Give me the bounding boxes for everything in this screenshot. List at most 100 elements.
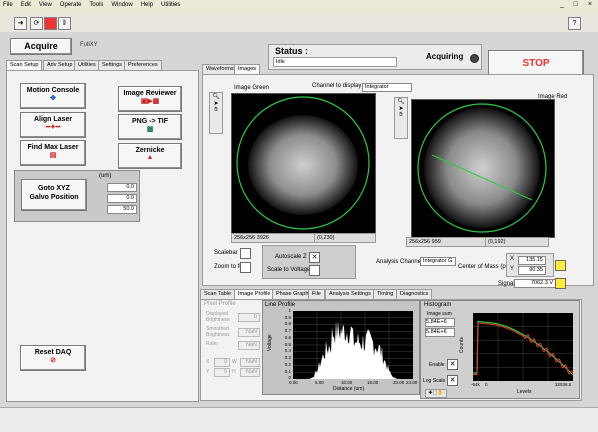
menu-utilities[interactable]: Utilities: [158, 0, 183, 10]
tab-waveforms[interactable]: Waveforms: [202, 64, 238, 74]
zernicke-icon: ▲: [146, 154, 154, 161]
h-label: H: [232, 369, 236, 375]
signal-label: Signal: [498, 281, 515, 287]
image-reviewer-button[interactable]: Image Reviewer ▣▶▦: [118, 86, 182, 112]
lp-ytick: 0.4: [284, 348, 291, 353]
com-y-label: Y: [510, 266, 515, 272]
lp-xtick: 15.00: [367, 380, 379, 385]
x-value: 0: [214, 358, 230, 367]
run-continuous-icon[interactable]: ⟳: [30, 17, 43, 30]
lp-ytick: 0.7: [284, 328, 291, 333]
zoom-tool-red-icon[interactable]: 🔍︎: [395, 98, 407, 105]
goto-units-label: (um): [99, 173, 112, 179]
align-laser-button[interactable]: Align Laser ━✦━: [20, 112, 86, 138]
histogram-ylabel: Counts: [459, 337, 465, 353]
tab-scan-table[interactable]: Scan Table: [200, 289, 236, 299]
close-button[interactable]: ×: [588, 1, 592, 8]
pan-tool-red-icon[interactable]: ✋︎: [395, 112, 407, 119]
lp-xtick: 23.00: [406, 380, 418, 385]
run-arrow-icon[interactable]: ➜: [14, 17, 27, 30]
histogram-group: Histogram Image sum 5.84E+6 5.84E+6 Enab…: [420, 300, 580, 399]
image-green-display[interactable]: [231, 93, 376, 234]
analysis-channel-select[interactable]: Integrator G: [420, 257, 456, 266]
image-green-coords: (0,230): [314, 233, 376, 243]
menu-tools[interactable]: Tools: [86, 0, 106, 10]
goto-x-field[interactable]: 0.0: [107, 183, 137, 192]
image-red-display[interactable]: [411, 99, 555, 238]
line-profile-group: Line Profile 1 0.9 0.8 0.7 0.6 0.5 0.4 0…: [262, 300, 420, 395]
zoom-to-fit-checkbox[interactable]: [240, 262, 251, 273]
menu-window[interactable]: Window: [108, 0, 135, 10]
png-tif-label: PNG -> TIF: [132, 118, 168, 125]
find-max-laser-button[interactable]: Find Max Laser ▤: [20, 140, 86, 166]
lp-ytick: 1: [288, 308, 291, 313]
signal-toggle[interactable]: [555, 278, 566, 289]
autoscale-z-checkbox[interactable]: ✕: [309, 252, 320, 263]
lp-xtick: 10.00: [341, 380, 353, 385]
w-value: NaN: [240, 358, 260, 367]
reset-daq-label: Reset DAQ: [34, 349, 72, 356]
ratio-label: Ratio: [206, 341, 218, 347]
pointer-tool-icon[interactable]: ➤: [210, 100, 222, 107]
status-title: Status :: [275, 46, 309, 56]
abort-icon[interactable]: [44, 17, 57, 30]
pause-icon[interactable]: ‖: [58, 17, 71, 30]
maximize-button[interactable]: □: [574, 1, 578, 8]
menu-edit[interactable]: Edit: [18, 0, 34, 10]
x-label: X: [206, 359, 210, 365]
h-value: NaN: [240, 368, 260, 377]
reset-daq-button[interactable]: Reset DAQ ⊘: [20, 345, 86, 371]
smoothed-brightness-label: Smoothed Brightness: [206, 326, 230, 338]
help-question-icon[interactable]: ?: [568, 17, 581, 30]
channel-select[interactable]: Integrator: [362, 83, 412, 92]
zoom-tool-icon[interactable]: 🔍︎: [210, 93, 222, 100]
tab-utilities[interactable]: Utilities: [74, 60, 100, 70]
analysis-channel-label: Analysis Channel: [376, 259, 423, 265]
png-tif-button[interactable]: PNG -> TIF ▩: [118, 114, 182, 140]
tab-phase-graph[interactable]: Phase Graph: [272, 289, 313, 299]
lp-xlabel: Distance (um): [333, 386, 365, 392]
displayed-brightness-value: 0: [238, 313, 260, 322]
align-laser-icon: ━✦━: [45, 124, 61, 131]
image-green-svg: [236, 96, 370, 230]
center-of-mass-readout: X 135.15 Y 90.35: [506, 253, 554, 277]
goto-xyz-button[interactable]: Goto XYZ Galvo Position: [21, 179, 87, 211]
tab-diagnostics[interactable]: Diagnostics: [396, 289, 433, 299]
tab-file[interactable]: File: [308, 289, 325, 299]
minimize-button[interactable]: _: [560, 1, 564, 8]
lp-ytick: 0.9: [284, 315, 291, 320]
tab-preferences[interactable]: Preferences: [124, 60, 162, 70]
tab-timing[interactable]: Timing: [373, 289, 398, 299]
find-max-laser-icon: ▤: [49, 152, 57, 159]
pixel-profile-title: Pixel Profile: [204, 301, 236, 307]
scalebar-label: Scalebar: [214, 250, 238, 256]
pointer-tool-red-icon[interactable]: ➤: [395, 105, 407, 112]
com-toggle[interactable]: [555, 260, 566, 271]
status-panel: Status : Idle Acquiring: [268, 44, 482, 70]
menu-operate[interactable]: Operate: [57, 0, 85, 10]
tab-analysis-settings[interactable]: Analysis Settings: [325, 289, 375, 299]
png-tif-icon: ▩: [146, 126, 154, 133]
tab-adv-setup[interactable]: Adv Setup: [43, 60, 77, 70]
tab-settings[interactable]: Settings: [98, 60, 126, 70]
menu-file[interactable]: File: [0, 0, 16, 10]
acquire-button[interactable]: Acquire: [10, 38, 72, 55]
com-x-value: 135.15: [518, 256, 546, 265]
pan-tool-icon[interactable]: ✋︎: [210, 107, 222, 114]
menu-bar: File Edit View Operate Tools Window Help…: [0, 0, 598, 15]
scale-to-voltage-checkbox[interactable]: [309, 265, 320, 276]
autoscale-z-label: Autoscale Z: [275, 254, 307, 260]
scale-to-voltage-label: Scale to Voltage: [267, 267, 311, 273]
menu-help[interactable]: Help: [138, 0, 156, 10]
histogram-xlabel: Levels: [517, 389, 532, 395]
goto-z-field[interactable]: 50.0: [107, 205, 137, 214]
scalebar-checkbox[interactable]: [240, 248, 251, 259]
motion-console-button[interactable]: Motion Console ✥: [20, 83, 86, 109]
zernicke-button[interactable]: Zernicke ▲: [118, 143, 182, 169]
goto-y-field[interactable]: 0.0: [107, 194, 137, 203]
image-green-title: Image Green: [234, 85, 270, 91]
menu-view[interactable]: View: [36, 0, 55, 10]
zoom-to-fit-label: Zoom to fit: [214, 264, 243, 270]
signal-value: 7062.3 V: [514, 279, 556, 288]
ratio-value: NaN: [238, 341, 260, 350]
